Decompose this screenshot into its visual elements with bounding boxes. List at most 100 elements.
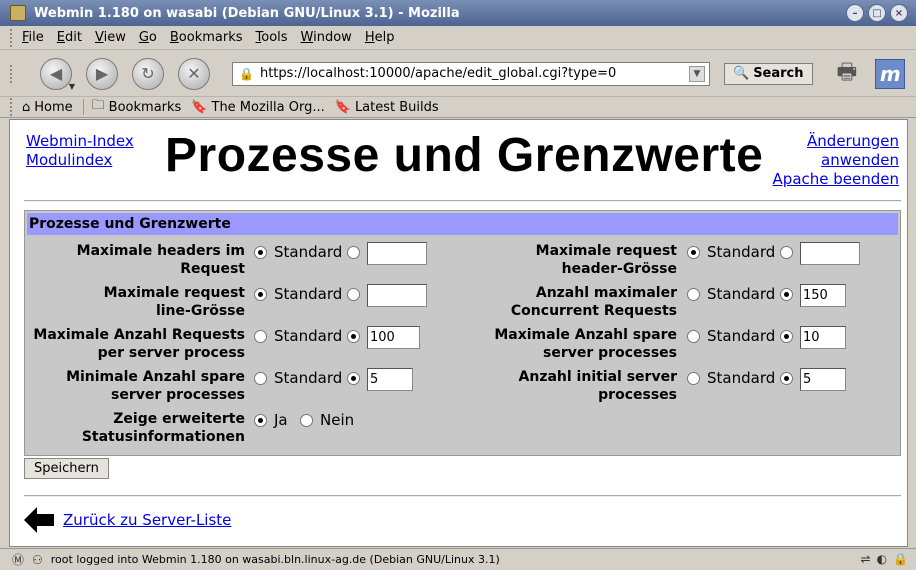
ext-status-no-radio[interactable] [300,414,313,427]
max-concurrent-custom-radio[interactable] [780,288,793,301]
max-spare-input[interactable]: 10 [800,326,846,349]
menu-help[interactable]: Help [365,30,395,45]
menu-go[interactable]: Go [139,30,157,45]
yes-label: Ja [274,411,288,429]
menu-bookmarks[interactable]: Bookmarks [170,30,243,45]
search-button[interactable]: 🔍 Search [724,62,813,85]
max-header-size-standard-radio[interactable] [687,246,700,259]
url-text[interactable]: https://localhost:10000/apache/edit_glob… [260,66,689,81]
search-icon: 🔍 [733,66,750,81]
status-bar: Ⓜ ⚇ root logged into Webmin 1.180 on was… [0,548,916,570]
save-button[interactable]: Speichern [24,458,109,479]
max-concurrent-input[interactable]: 150 [800,284,846,307]
initial-servers-input[interactable]: 5 [800,368,846,391]
form-row: Maximale request line-Grösse Standard Anz… [25,284,902,326]
form-row: Zeige erweiterte Statusinformationen Ja N… [25,410,902,452]
url-history-dropdown[interactable]: ▼ [689,65,705,82]
form-row: Maximale Anzahl Requests per server proce… [25,326,902,368]
max-headers-standard-radio[interactable] [254,246,267,259]
reload-button[interactable]: ↻ [132,57,164,90]
standard-label: Standard [707,285,776,303]
standard-label: Standard [707,369,776,387]
toolbar-grip[interactable] [10,64,14,83]
max-requests-input[interactable]: 100 [367,326,420,349]
status-text: root logged into Webmin 1.180 on wasabi.… [50,553,500,566]
page-content: Webmin-Index Modulindex Prozesse und Gre… [9,119,908,547]
bookmark-mozilla-org[interactable]: 🔖 The Mozilla Org... [191,100,324,115]
max-headers-input[interactable] [367,242,427,265]
ext-status-yes-radio[interactable] [254,414,267,427]
bookmark-bookmarks[interactable]: 🗀 Bookmarks [92,96,182,118]
menu-window[interactable]: Window [301,30,352,45]
max-spare-standard-radio[interactable] [687,330,700,343]
security-lock-icon[interactable]: 🔒 [893,552,908,566]
min-spare-custom-radio[interactable] [347,372,360,385]
forward-arrow-icon: ▶ [95,64,109,83]
initial-servers-custom-radio[interactable] [780,372,793,385]
online-status-icon[interactable]: ⇌ [861,552,871,566]
max-requests-standard-radio[interactable] [254,330,267,343]
menu-tools[interactable]: Tools [256,30,288,45]
url-bar[interactable]: 🔒 https://localhost:10000/apache/edit_gl… [232,61,710,86]
window-title: Webmin 1.180 on wasabi (Debian GNU/Linux… [34,5,460,21]
settings-panel: Prozesse und Grenzwerte Maximale headers… [24,210,901,456]
max-header-size-input[interactable] [800,242,860,265]
app-icon[interactable] [10,5,26,21]
search-button-label: Search [753,66,804,81]
menu-view[interactable]: View [95,30,126,45]
back-arrow-icon: ◀ [49,64,63,83]
max-line-size-custom-radio[interactable] [347,288,360,301]
navigation-toolbar: ◀ ▼ ▶ ↻ ✕ 🔒 https://localhost:10000/apach… [0,51,916,97]
back-button[interactable]: ◀ ▼ [40,57,75,91]
panel-title: Prozesse und Grenzwerte [27,213,898,235]
mozilla-logo-icon[interactable]: m [875,58,906,89]
max-line-size-standard-radio[interactable] [254,288,267,301]
bookmark-latest-builds[interactable]: 🔖 Latest Builds [335,100,439,115]
toolbar-grip[interactable] [10,28,14,47]
toolbar-grip[interactable] [10,98,14,116]
minimize-icon[interactable]: – [846,4,864,22]
min-spare-standard-radio[interactable] [254,372,267,385]
initial-servers-standard-radio[interactable] [687,372,700,385]
menu-file[interactable]: File [22,30,44,45]
forward-button[interactable]: ▶ [86,57,118,90]
standard-label: Standard [274,285,343,303]
menu-edit[interactable]: Edit [57,30,82,45]
stop-apache-link[interactable]: Apache beenden [773,170,899,189]
webmin-index-link[interactable]: Webmin-Index [26,132,134,151]
bookmark-icon: 🔖 [334,99,351,115]
max-header-size-custom-radio[interactable] [780,246,793,259]
print-icon[interactable]: 🖶 [837,55,858,93]
maximize-icon[interactable]: □ [868,4,886,22]
form-row: Maximale headers im Request Standard Maxi… [25,242,902,284]
field-label-max-headers: Maximale headers im Request [76,243,245,277]
menu-bar: File Edit View Go Bookmarks Tools Window… [0,26,916,50]
max-headers-custom-radio[interactable] [347,246,360,259]
page-title: Prozesse und Grenzwerte [165,129,764,182]
field-label-max-requests: Maximale Anzahl Requests per server proce… [33,327,245,361]
no-label: Nein [320,411,355,429]
folder-icon: 🗀 [91,98,105,113]
cookie-icon[interactable]: ◐ [877,552,887,566]
close-icon[interactable]: × [890,4,908,22]
header-right-links: Änderungen anwenden Apache beenden [773,132,899,189]
max-concurrent-standard-radio[interactable] [687,288,700,301]
stop-icon: ✕ [187,64,201,83]
max-spare-custom-radio[interactable] [780,330,793,343]
apply-changes-link[interactable]: Änderungen anwenden [773,132,899,170]
standard-label: Standard [707,327,776,345]
bookmark-separator [82,99,84,115]
back-arrow-icon[interactable] [24,507,54,533]
stop-button[interactable]: ✕ [178,57,210,90]
bookmark-icon: 🔖 [191,99,208,115]
module-index-link[interactable]: Modulindex [26,151,134,170]
standard-label: Standard [274,369,343,387]
max-line-size-input[interactable] [367,284,427,307]
back-to-server-list-link[interactable]: Zurück zu Server-Liste [63,511,231,529]
bookmark-home[interactable]: ⌂ Home [22,100,73,115]
mozilla-status-icon[interactable]: Ⓜ [12,551,24,568]
max-requests-custom-radio[interactable] [347,330,360,343]
connection-icon[interactable]: ⚇ [32,553,43,567]
field-label-ext-status: Zeige erweiterte Statusinformationen [81,411,245,445]
min-spare-input[interactable]: 5 [367,368,413,391]
